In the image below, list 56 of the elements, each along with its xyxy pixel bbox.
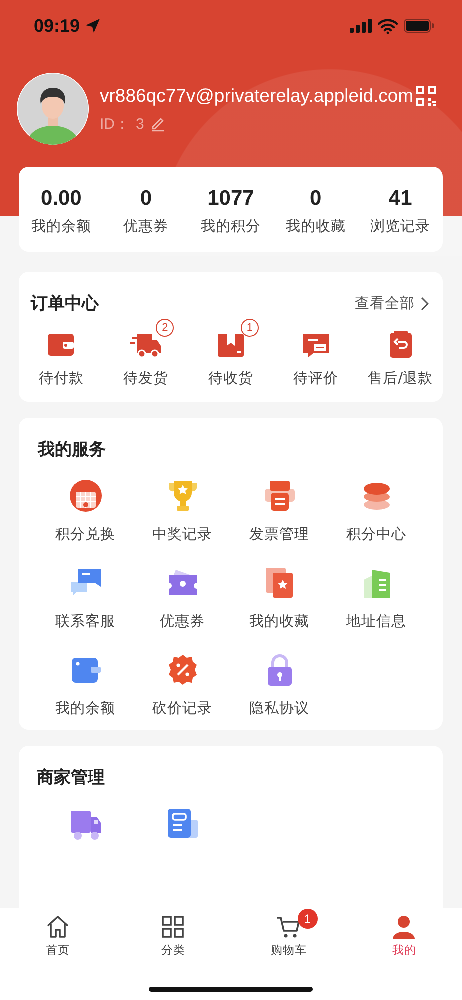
section-title: 商家管理: [37, 767, 105, 789]
stat-value: 1077: [208, 187, 254, 211]
signal-icon: [350, 19, 372, 33]
stat-value: 41: [388, 187, 412, 211]
service-item[interactable]: 联系客服: [37, 566, 134, 631]
order-status-item[interactable]: 2 待发货: [104, 317, 189, 388]
count-badge: 1: [240, 319, 259, 337]
order-status-item[interactable]: 待付款: [19, 317, 104, 388]
view-all-link[interactable]: 查看全部: [355, 294, 429, 313]
section-title: 我的服务: [38, 439, 106, 461]
calendar-icon: [68, 479, 102, 513]
qr-code-icon: [416, 86, 436, 106]
home-icon: [44, 914, 71, 940]
order-status-item[interactable]: 1 待收货: [188, 317, 274, 388]
service-item[interactable]: 积分中心: [328, 479, 425, 544]
status-time: 09:19: [34, 16, 80, 36]
service-item[interactable]: 地址信息: [328, 566, 425, 631]
wifi-icon: [378, 18, 398, 34]
id-value: 3: [136, 116, 144, 132]
stat-value: 0.00: [40, 187, 82, 211]
stat-label: 浏览记录: [370, 218, 431, 236]
tab-item[interactable]: 分类: [116, 908, 231, 958]
chevron-right-icon: [421, 296, 429, 310]
id-label: ID：: [100, 114, 130, 134]
stat-label: 优惠券: [124, 218, 169, 236]
document-icon: [166, 807, 200, 841]
avatar-icon: [16, 72, 90, 146]
person-icon: [391, 914, 418, 940]
service-item[interactable]: 优惠券: [134, 566, 231, 631]
service-item[interactable]: 砍价记录: [134, 653, 231, 718]
service-item[interactable]: 中奖记录: [134, 479, 231, 544]
service-item[interactable]: 积分兑换: [37, 479, 134, 544]
location-arrow-icon: [85, 18, 102, 34]
section-title: 订单中心: [31, 293, 99, 315]
stat-label: 我的收藏: [286, 218, 346, 236]
printer-icon: [262, 479, 296, 513]
service-item[interactable]: 隐私协议: [231, 653, 328, 718]
grid-icon: [160, 914, 186, 940]
email-text: vr886qc77v@privaterelay.appleid.com: [100, 84, 414, 106]
count-badge: 1: [298, 909, 318, 929]
order-status-item[interactable]: 待评价: [273, 317, 358, 388]
service-item[interactable]: 我的余额: [37, 653, 134, 718]
count-badge: 2: [156, 319, 174, 337]
stat-value: 0: [310, 187, 322, 211]
service-item[interactable]: 我的收藏: [231, 566, 328, 631]
tab-item[interactable]: 1 购物车: [231, 908, 346, 958]
stat-value: 0: [140, 187, 152, 211]
battery-icon: [404, 19, 434, 33]
cart-icon: [276, 914, 302, 940]
service-item[interactable]: 发票管理: [231, 479, 328, 544]
pencil-icon[interactable]: [150, 116, 166, 132]
stat-label: 我的积分: [200, 218, 261, 236]
stat-label: 我的余额: [31, 218, 92, 236]
tab-item[interactable]: 我的: [346, 908, 462, 958]
tab-item[interactable]: 首页: [0, 908, 116, 958]
order-status-item[interactable]: 售后/退款: [358, 317, 443, 388]
